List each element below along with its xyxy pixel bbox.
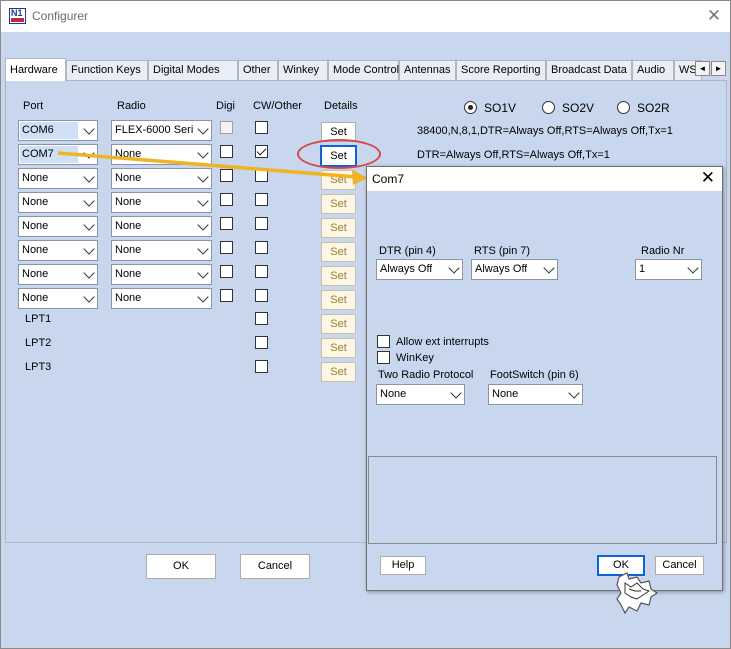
radio-nr-select-value: 1 xyxy=(639,263,646,275)
footswitch-select[interactable]: None xyxy=(488,384,583,405)
dialog-cancel-button[interactable]: Cancel xyxy=(655,556,704,575)
dtr-select-value: Always Off xyxy=(380,263,433,275)
dialog-info-box xyxy=(368,456,717,544)
tab-hardware[interactable]: Hardware xyxy=(5,58,66,81)
chevron-down-icon xyxy=(448,262,460,274)
allow-ext-interrupts-label: Allow ext interrupts xyxy=(396,336,489,348)
com7-dialog: Com7 ✕ DTR (pin 4) Always Off RTS (pin 7… xyxy=(366,166,723,615)
footswitch-select-value: None xyxy=(492,388,519,400)
two-radio-protocol-label: Two Radio Protocol xyxy=(378,369,474,381)
chevron-down-icon xyxy=(450,387,462,399)
dtr-select[interactable]: Always Off xyxy=(376,259,463,280)
chevron-down-icon xyxy=(568,387,580,399)
footswitch-label: FootSwitch (pin 6) xyxy=(490,369,579,381)
help-button[interactable]: Help xyxy=(380,556,426,575)
radio-nr-label: Radio Nr xyxy=(641,245,685,257)
mouse-cursor-icon xyxy=(616,572,659,615)
dtr-label: DTR (pin 4) xyxy=(379,245,436,257)
rts-label: RTS (pin 7) xyxy=(474,245,531,257)
two-radio-protocol-select[interactable]: None xyxy=(376,384,465,405)
two-radio-protocol-value: None xyxy=(380,388,407,400)
chevron-down-icon xyxy=(687,262,699,274)
winkey-checkbox[interactable] xyxy=(377,351,390,364)
annotation-circle xyxy=(297,139,381,169)
rts-select[interactable]: Always Off xyxy=(471,259,558,280)
dialog-close-icon[interactable]: ✕ xyxy=(701,168,715,188)
dialog-title-bar: Com7 ✕ xyxy=(367,167,722,191)
radio-nr-select[interactable]: 1 xyxy=(635,259,702,280)
winkey-label: WinKey xyxy=(396,352,434,364)
dialog-title: Com7 xyxy=(372,172,405,186)
chevron-down-icon xyxy=(543,262,555,274)
allow-ext-interrupts-checkbox[interactable] xyxy=(377,335,390,348)
rts-select-value: Always Off xyxy=(475,263,528,275)
